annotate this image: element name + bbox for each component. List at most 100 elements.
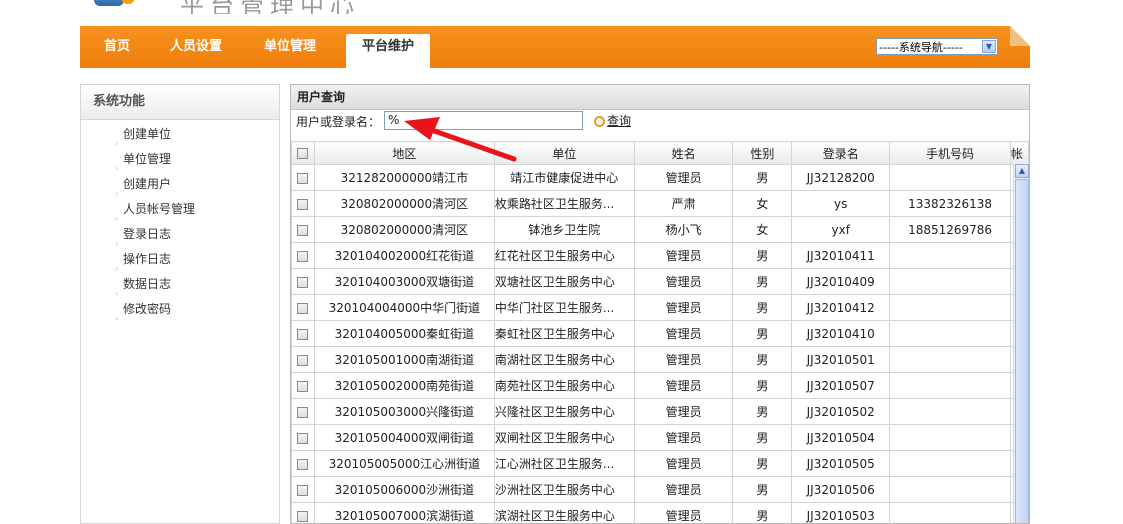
table-row[interactable]: 320104003000双塘街道双塘社区卫生服务中心管理员男JJ32010409 bbox=[292, 269, 1029, 295]
table-row[interactable]: 320105003000兴隆街道兴隆社区卫生服务中心管理员男JJ32010502 bbox=[292, 399, 1029, 425]
search-button[interactable]: 查询 bbox=[594, 112, 631, 130]
sidebar-title: 系统功能 bbox=[81, 85, 279, 120]
table-header-row: 地区 单位 姓名 性别 登录名 手机号码 帐 bbox=[292, 142, 1029, 165]
name-cell: 杨小飞 bbox=[634, 217, 733, 243]
table-row[interactable]: 320105002000南苑街道南苑社区卫生服务中心管理员男JJ32010507 bbox=[292, 373, 1029, 399]
sidebar-item[interactable]: ›数据日志 bbox=[81, 272, 279, 297]
search-button-label: 查询 bbox=[607, 114, 631, 128]
row-checkbox[interactable] bbox=[292, 399, 315, 425]
row-checkbox[interactable] bbox=[292, 347, 315, 373]
column-header-gender[interactable]: 性别 bbox=[733, 142, 792, 165]
table-row[interactable]: 320104005000秦虹街道秦虹社区卫生服务中心管理员男JJ32010410 bbox=[292, 321, 1029, 347]
region-cell: 320802000000清河区 bbox=[314, 191, 494, 217]
name-cell: 管理员 bbox=[634, 399, 733, 425]
name-cell: 管理员 bbox=[634, 425, 733, 451]
gender-cell: 男 bbox=[733, 399, 792, 425]
gender-cell: 女 bbox=[733, 191, 792, 217]
region-cell: 320104004000中华门街道 bbox=[314, 295, 494, 321]
header-strip: 平台管理中心 bbox=[80, 0, 480, 14]
sidebar-item-label: 操作日志 bbox=[123, 252, 171, 266]
mobile-cell bbox=[890, 373, 1011, 399]
column-header-mobile[interactable]: 手机号码 bbox=[890, 142, 1011, 165]
select-all-checkbox[interactable] bbox=[292, 142, 315, 165]
row-checkbox[interactable] bbox=[292, 191, 315, 217]
region-cell: 320105003000兴隆街道 bbox=[314, 399, 494, 425]
login-name-cell: JJ32010506 bbox=[792, 477, 890, 503]
table-body: 321282000000靖江市靖江市健康促进中心管理员男JJ3212820032… bbox=[292, 165, 1029, 524]
table-row[interactable]: 320104004000中华门街道中华门社区卫生服务...管理员男JJ32010… bbox=[292, 295, 1029, 321]
table-row[interactable]: 320105007000滨湖街道滨湖社区卫生服务中心管理员男JJ32010503 bbox=[292, 503, 1029, 524]
unit-cell: 沙洲社区卫生服务中心 bbox=[494, 477, 634, 503]
gender-cell: 男 bbox=[733, 451, 792, 477]
row-checkbox[interactable] bbox=[292, 503, 315, 524]
sidebar-item[interactable]: ›操作日志 bbox=[81, 247, 279, 272]
column-header-login-name[interactable]: 登录名 bbox=[792, 142, 890, 165]
row-checkbox[interactable] bbox=[292, 165, 315, 191]
sidebar-item[interactable]: ›修改密码 bbox=[81, 297, 279, 322]
unit-cell: 枚乘路社区卫生服务... bbox=[494, 191, 634, 217]
sidebar-item[interactable]: ›登录日志 bbox=[81, 222, 279, 247]
scroll-thumb[interactable] bbox=[1015, 179, 1029, 524]
mobile-cell bbox=[890, 295, 1011, 321]
nav-unit-management[interactable]: 单位管理 bbox=[264, 26, 316, 68]
nav-platform-maintenance[interactable]: 平台维护 bbox=[346, 34, 430, 68]
table-row[interactable]: 320104002000红花街道红花社区卫生服务中心管理员男JJ32010411 bbox=[292, 243, 1029, 269]
scroll-up-icon[interactable]: ▲ bbox=[1015, 164, 1029, 178]
gender-cell: 女 bbox=[733, 217, 792, 243]
system-nav-select-value: -----系统导航----- bbox=[879, 41, 963, 54]
table-row[interactable]: 320802000000清河区钵池乡卫生院杨小飞女yxf18851269786 bbox=[292, 217, 1029, 243]
nav-home[interactable]: 首页 bbox=[104, 26, 130, 68]
region-cell: 320105007000滨湖街道 bbox=[314, 503, 494, 524]
name-cell: 管理员 bbox=[634, 477, 733, 503]
row-checkbox[interactable] bbox=[292, 217, 315, 243]
row-checkbox[interactable] bbox=[292, 425, 315, 451]
column-header-region[interactable]: 地区 bbox=[314, 142, 494, 165]
column-header-name[interactable]: 姓名 bbox=[634, 142, 733, 165]
login-name-cell: JJ32010507 bbox=[792, 373, 890, 399]
login-name-cell: JJ32010412 bbox=[792, 295, 890, 321]
user-table: 地区 单位 姓名 性别 登录名 手机号码 帐 321282000000靖江市靖江… bbox=[291, 141, 1029, 524]
table-scrollbar[interactable]: ▲ bbox=[1013, 163, 1030, 524]
column-header-unit[interactable]: 单位 bbox=[494, 142, 634, 165]
row-checkbox[interactable] bbox=[292, 269, 315, 295]
system-nav-select[interactable]: -----系统导航----- ▼ bbox=[876, 38, 998, 55]
table-row[interactable]: 320105004000双闸街道双闸社区卫生服务中心管理员男JJ32010504 bbox=[292, 425, 1029, 451]
gender-cell: 男 bbox=[733, 503, 792, 524]
nav-personnel-settings[interactable]: 人员设置 bbox=[170, 26, 222, 68]
sidebar-item-label: 数据日志 bbox=[123, 277, 171, 291]
unit-cell: 兴隆社区卫生服务中心 bbox=[494, 399, 634, 425]
chevron-down-icon[interactable]: ▼ bbox=[982, 40, 996, 53]
table-row[interactable]: 321282000000靖江市靖江市健康促进中心管理员男JJ32128200 bbox=[292, 165, 1029, 191]
mobile-cell bbox=[890, 321, 1011, 347]
table-row[interactable]: 320105001000南湖街道南湖社区卫生服务中心管理员男JJ32010501 bbox=[292, 347, 1029, 373]
row-checkbox[interactable] bbox=[292, 451, 315, 477]
mobile-cell bbox=[890, 503, 1011, 524]
sidebar-item[interactable]: ›创建用户 bbox=[81, 172, 279, 197]
login-name-cell: ys bbox=[792, 191, 890, 217]
name-cell: 严肃 bbox=[634, 191, 733, 217]
logo-icon bbox=[94, 0, 124, 6]
sidebar-item-label: 创建用户 bbox=[123, 177, 171, 191]
sidebar-item-label: 登录日志 bbox=[123, 227, 171, 241]
sidebar-item[interactable]: ›单位管理 bbox=[81, 147, 279, 172]
gender-cell: 男 bbox=[733, 347, 792, 373]
user-query-panel: 用户查询 用户或登录名： % 查询 地区 单位 姓名 性别 登录名 手机号码 帐… bbox=[290, 84, 1030, 524]
region-cell: 320105005000江心洲街道 bbox=[314, 451, 494, 477]
row-checkbox[interactable] bbox=[292, 321, 315, 347]
sidebar-item[interactable]: ›创建单位 bbox=[81, 122, 279, 147]
row-checkbox[interactable] bbox=[292, 295, 315, 321]
name-cell: 管理员 bbox=[634, 269, 733, 295]
column-header-account[interactable]: 帐 bbox=[1010, 142, 1028, 165]
row-checkbox[interactable] bbox=[292, 477, 315, 503]
mobile-cell: 13382326138 bbox=[890, 191, 1011, 217]
table-row[interactable]: 320105006000沙洲街道沙洲社区卫生服务中心管理员男JJ32010506 bbox=[292, 477, 1029, 503]
unit-cell: 靖江市健康促进中心 bbox=[494, 165, 634, 191]
table-row[interactable]: 320105005000江心洲街道江心洲社区卫生服务...管理员男JJ32010… bbox=[292, 451, 1029, 477]
unit-cell: 南苑社区卫生服务中心 bbox=[494, 373, 634, 399]
search-input[interactable]: % bbox=[384, 111, 583, 130]
table-row[interactable]: 320802000000清河区枚乘路社区卫生服务...严肃女ys13382326… bbox=[292, 191, 1029, 217]
row-checkbox[interactable] bbox=[292, 373, 315, 399]
row-checkbox[interactable] bbox=[292, 243, 315, 269]
sidebar: 系统功能 ›创建单位›单位管理›创建用户›人员帐号管理›登录日志›操作日志›数据… bbox=[80, 84, 280, 524]
sidebar-item[interactable]: ›人员帐号管理 bbox=[81, 197, 279, 222]
